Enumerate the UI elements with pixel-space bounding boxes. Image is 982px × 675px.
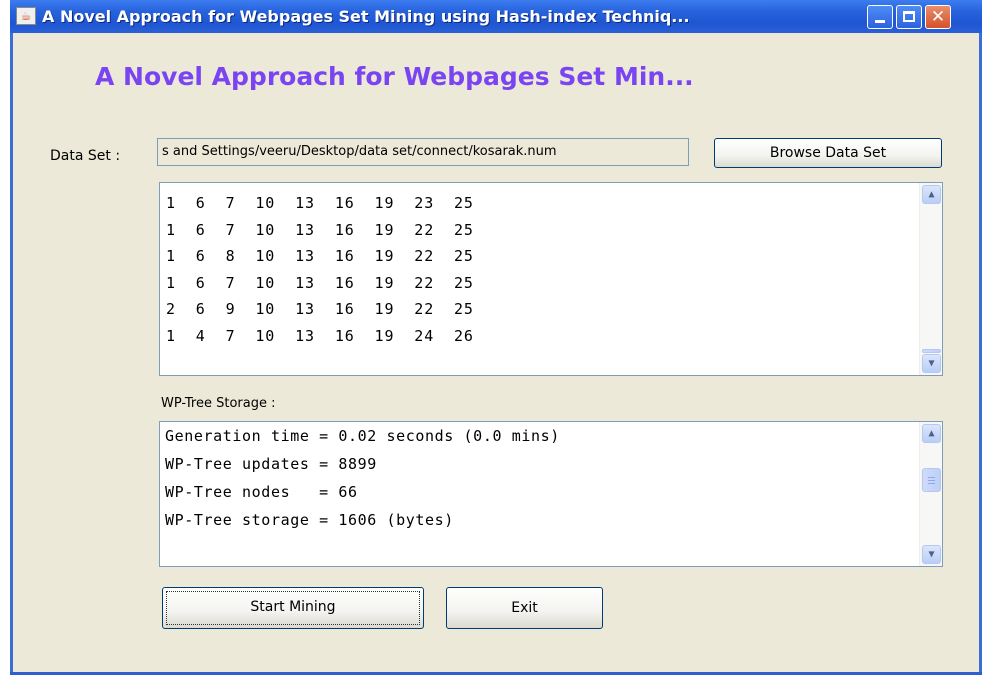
title-bar[interactable]: ☕ A Novel Approach for Webpages Set Mini… [10,0,982,33]
main-window: ☕ A Novel Approach for Webpages Set Mini… [10,0,982,675]
wp-tree-stat-line: WP-Tree updates = 8899 [165,455,377,473]
exit-button[interactable]: Exit [446,587,603,629]
data-line: 2 6 9 10 13 16 19 22 25 [166,300,474,319]
maximize-icon [903,11,915,22]
clipped-text-line: ▔ ▔ [165,421,301,431]
minimize-icon [875,20,885,23]
data-set-preview-textarea[interactable]: 1 6 7 10 13 16 19 23 25 1 6 7 10 13 16 19… [159,182,943,376]
data-line: 1 6 7 10 13 16 19 22 25 [166,273,474,292]
scroll-down-arrow-icon[interactable]: ▼ [922,354,941,373]
scroll-down-arrow-icon[interactable]: ▼ [922,545,941,564]
close-icon: ✕ [930,7,946,27]
wp-tree-output-textarea[interactable]: ▔ ▔ Generation time = 0.02 seconds (0.0 … [159,421,943,567]
scrollbar-thumb[interactable] [922,349,941,353]
data-lines-container: 1 6 7 10 13 16 19 23 25 1 6 7 10 13 16 19… [166,190,942,350]
wp-tree-stat-line: WP-Tree nodes = 66 [165,483,358,501]
data-line: 1 4 7 10 13 16 19 24 26 [166,326,474,345]
maximize-button[interactable] [896,5,922,29]
minimize-button[interactable] [867,5,893,29]
focus-ring [166,591,420,625]
app-banner-title: A Novel Approach for Webpages Set Min... [95,62,694,91]
wp-tree-stat-line: WP-Tree storage = 1606 (bytes) [165,511,454,529]
close-button[interactable]: ✕ [925,5,951,29]
wp-tree-lines-container: Generation time = 0.02 seconds (0.0 mins… [165,422,942,534]
scrollbar-thumb[interactable] [922,468,941,492]
wp-tree-storage-label: WP-Tree Storage : [161,396,276,411]
browse-data-set-button[interactable]: Browse Data Set [714,138,942,168]
data-set-label: Data Set : [50,148,121,164]
java-app-icon[interactable]: ☕ [16,7,36,25]
data-preview-scrollbar[interactable]: ▲ ▼ [919,183,942,375]
wp-tree-scrollbar[interactable]: ▲ ▼ [919,422,942,566]
data-set-path-field[interactable]: s and Settings/veeru/Desktop/data set/co… [157,138,689,166]
scroll-up-arrow-icon[interactable]: ▲ [922,185,941,204]
data-line: 1 6 7 10 13 16 19 23 25 [166,194,474,212]
scroll-up-arrow-icon[interactable]: ▲ [922,424,941,443]
start-mining-button[interactable]: Start Mining [162,587,424,629]
data-line: 1 6 7 10 13 16 19 22 25 [166,220,474,239]
data-line: 1 6 8 10 13 16 19 22 25 [166,247,474,266]
content-panel: A Novel Approach for Webpages Set Min...… [13,33,979,672]
window-title: A Novel Approach for Webpages Set Mining… [42,7,690,26]
